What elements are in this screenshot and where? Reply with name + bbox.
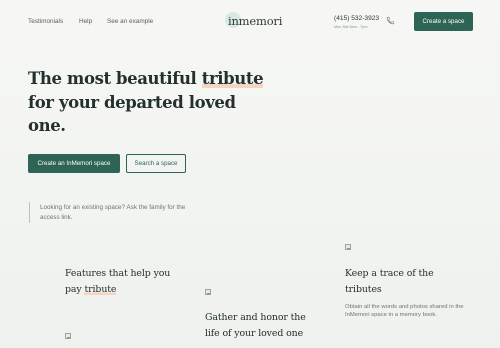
features-heading-line1: Features that help you — [65, 268, 171, 279]
create-inmemori-space-button[interactable]: Create an InMemori space — [28, 154, 120, 173]
features-heading-line2: pay — [65, 283, 85, 295]
trace-title-line2: tributes — [345, 283, 382, 295]
gather-title-line2: life of your loved one — [205, 327, 304, 339]
trace-title-line1: Keep a trace of the — [345, 268, 434, 279]
phone-icon[interactable] — [386, 16, 395, 25]
hero-title: The most beautiful tribute for your depa… — [28, 67, 278, 138]
note-divider — [29, 202, 30, 223]
nav-see-example-link[interactable]: See an example — [107, 18, 153, 25]
hero-line3-text: one. — [28, 116, 66, 135]
nav-help-link[interactable]: Help — [79, 18, 92, 25]
opening-hours: Mon-Sat 9am - 7pm — [334, 25, 368, 29]
hero-line1-text: The most beautiful — [28, 69, 202, 88]
trace-feature-title: Keep a trace of the tributes — [345, 266, 465, 297]
logo[interactable]: inmemori — [224, 10, 283, 34]
existing-space-note: Looking for an existing space? Ask the f… — [40, 204, 186, 221]
gather-title-line1: Gather and honor the — [205, 312, 306, 323]
create-space-button[interactable]: Create a space — [414, 12, 473, 31]
hero-highlight: tribute — [201, 69, 264, 88]
nav-testimonials-link[interactable]: Testimonials — [28, 18, 63, 25]
feature-image-1 — [65, 333, 71, 339]
gather-feature-title: Gather and honor the life of your loved … — [205, 310, 325, 341]
trace-feature-description: Obtain all the words and photos shared i… — [345, 304, 464, 319]
feature-image-gather — [205, 289, 211, 295]
hero-line2-text: for your departed loved — [28, 92, 236, 112]
search-space-button[interactable]: Search a space — [126, 154, 186, 173]
feature-image-trace — [345, 244, 351, 250]
features-heading-highlight: tribute — [84, 283, 117, 295]
logo-text: inmemori — [228, 14, 283, 28]
features-heading: Features that help you pay tribute — [65, 266, 185, 297]
phone-number[interactable]: (415) 532-3923 — [334, 15, 379, 22]
